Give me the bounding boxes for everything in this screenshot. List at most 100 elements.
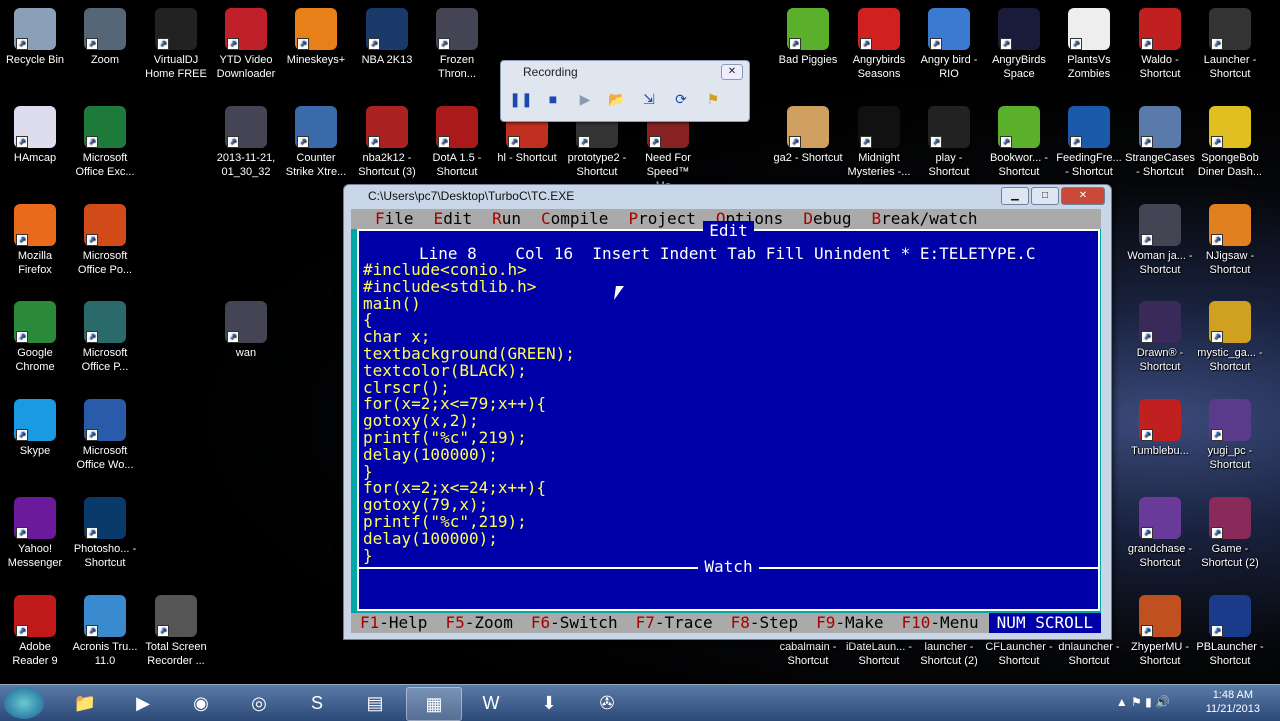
code-line[interactable]: main() (363, 295, 1098, 313)
desktop-icon[interactable]: ↗ DotA 1.5 - Shortcut (422, 102, 492, 179)
desktop-icon[interactable]: ↗ Mozilla Firefox (0, 200, 70, 277)
fkey-item[interactable]: F6-Switch (522, 613, 627, 633)
desktop-icon[interactable]: ↗ VirtualDJ Home FREE (141, 4, 211, 81)
desktop-icon[interactable]: ↗ AngryBirds Space (984, 4, 1054, 81)
skype-taskbar-icon[interactable]: S (290, 687, 344, 719)
desktop-icon[interactable]: ↗ mystic_ga... - Shortcut (1195, 297, 1265, 374)
shortcut-arrow-icon: ↗ (1141, 625, 1153, 637)
code-line[interactable]: textcolor(BLACK); (363, 362, 1098, 380)
close-button[interactable]: ✕ (1061, 187, 1105, 205)
word-taskbar-icon[interactable]: W (464, 687, 518, 719)
desktop-icon[interactable]: ↗ wan (211, 297, 281, 360)
fkey-item[interactable]: F9-Make (807, 613, 892, 633)
desktop-icon[interactable]: ↗ Zoom (70, 4, 140, 67)
code-area[interactable]: #include<conio.h> #include<stdlib.h> main(… (359, 261, 1098, 564)
recording-titlebar[interactable]: Recording ✕ (501, 61, 749, 83)
desktop-icon[interactable]: ↗ NBA 2K13 (352, 4, 422, 67)
desktop-icon[interactable]: ↗ HAmcap (0, 102, 70, 165)
desktop-icon[interactable]: ↗ Bad Piggies (773, 4, 843, 67)
fkey-item[interactable]: F10-Menu (893, 613, 988, 633)
watch-pane[interactable]: Watch (359, 557, 1098, 588)
clock[interactable]: 1:48 AM 11/21/2013 (1206, 688, 1260, 716)
desktop-icon[interactable]: ↗ Photosho... - Shortcut (70, 493, 140, 570)
desktop-icon[interactable]: ↗ Acronis Tru... 11.0 (70, 591, 140, 668)
fkey-item[interactable]: F8-Step (722, 613, 807, 633)
desktop-icon[interactable]: ↗ play - Shortcut (914, 102, 984, 179)
desktop-icon[interactable]: ↗ Microsoft Office Wo... (70, 395, 140, 472)
notepad-taskbar-icon[interactable]: ▤ (348, 687, 402, 719)
recording-close-button[interactable]: ✕ (721, 64, 743, 80)
desktop-icon[interactable]: ↗ FeedingFre... - Shortcut (1054, 102, 1124, 179)
folder-icon[interactable]: 📂 (605, 87, 629, 111)
firefox-taskbar-icon[interactable]: ◉ (174, 687, 228, 719)
shortcut-arrow-icon: ↗ (1211, 136, 1223, 148)
desktop-icon[interactable]: ↗ yugi_pc - Shortcut (1195, 395, 1265, 472)
desktop-icon[interactable]: ↗ grandchase - Shortcut (1125, 493, 1195, 570)
shortcut-arrow-icon: ↗ (930, 136, 942, 148)
desktop-icon[interactable]: ↗ nba2k12 - Shortcut (3) (352, 102, 422, 179)
dos-screen[interactable]: File Edit Run Compile Project Options Debug Bre… (351, 209, 1101, 633)
desktop-icon[interactable]: ↗ Drawn® - Shortcut (1125, 297, 1195, 374)
desktop-icon[interactable]: ↗ Microsoft Office Exc... (70, 102, 140, 179)
desktop-icon[interactable]: ↗ Total Screen Recorder ... (141, 591, 211, 668)
maximize-button[interactable]: □ (1031, 187, 1059, 205)
desktop-icon[interactable]: ↗ Bookwor... - Shortcut (984, 102, 1054, 179)
desktop-icon[interactable]: ↗ SpongeBob Diner Dash... (1195, 102, 1265, 179)
desktop-icon[interactable]: ↗ Woman ja... - Shortcut (1125, 200, 1195, 277)
code-line[interactable]: { (363, 312, 1098, 329)
editor-pane[interactable]: Edit Line 8 Col 16 Insert Indent Tab Fil… (357, 221, 1100, 611)
desktop-icon[interactable]: ↗ Mineskeys+ (281, 4, 351, 67)
settings-icon[interactable]: ⟳ (669, 87, 693, 111)
desktop-icon[interactable]: ↗ YTD Video Downloader (211, 4, 281, 81)
desktop-icon[interactable]: ↗ Tumblebu... (1125, 395, 1195, 458)
tray-icons[interactable]: ▲ ⚑ ▮ 🔊 (1116, 695, 1170, 709)
desktop-icon[interactable]: ↗ Midnight Mysteries -... (844, 102, 914, 179)
fkey-item[interactable]: F7-Trace (627, 613, 722, 633)
start-button[interactable] (4, 687, 44, 719)
fkey-item[interactable]: F5-Zoom (436, 613, 521, 633)
desktop-icon[interactable]: ↗ Counter Strike Xtre... (281, 102, 351, 179)
explorer-taskbar-icon[interactable]: 📁 (58, 687, 112, 719)
desktop-icon[interactable]: ↗ Google Chrome (0, 297, 70, 374)
desktop-icon[interactable]: ↗ StrangeCases - Shortcut (1125, 102, 1195, 179)
fkey-item[interactable]: F1-Help (351, 613, 436, 633)
ytd-taskbar-icon[interactable]: ⬇ (522, 687, 576, 719)
desktop-icon[interactable]: ↗ Yahoo! Messenger (0, 493, 70, 570)
stop-icon[interactable]: ■ (541, 87, 565, 111)
desktop-icon[interactable]: ↗ NJigsaw - Shortcut (1195, 200, 1265, 277)
desktop-icon[interactable]: ↗ Adobe Reader 9 (0, 591, 70, 668)
desktop-icon-label: CFLauncher - Shortcut (985, 641, 1053, 667)
media-player-taskbar-icon[interactable]: ▶ (116, 687, 170, 719)
play-icon[interactable]: ▶ (573, 87, 597, 111)
code-line[interactable]: #include<stdlib.h> (363, 278, 1098, 296)
desktop-icon[interactable]: ↗ Game - Shortcut (2) (1195, 493, 1265, 570)
desktop-icon[interactable]: ↗ Microsoft Office Po... (70, 200, 140, 277)
turboc-window[interactable]: C:\Users\pc7\Desktop\TurboC\TC.EXE ▁ □ ✕… (343, 184, 1112, 640)
desktop-icon[interactable]: ↗ Skype (0, 395, 70, 458)
desktop-icon[interactable]: ↗ Launcher - Shortcut (1195, 4, 1265, 81)
desktop-icon[interactable]: ↗ Frozen Thron... (422, 4, 492, 81)
desktop-icon[interactable]: ↗ PBLauncher - Shortcut (1195, 591, 1265, 668)
desktop-icon[interactable]: ↗ Microsoft Office P... (70, 297, 140, 374)
turboc-taskbar-icon[interactable]: ▦ (406, 687, 462, 721)
recording-toolbar[interactable]: Recording ✕ ❚❚ ■ ▶ 📂 ⇲ ⟳ ⚑ (500, 60, 750, 122)
desktop-icon[interactable]: ↗ Angry bird - RIO (914, 4, 984, 81)
code-line[interactable]: delay(100000); (363, 530, 1098, 548)
window-titlebar[interactable]: C:\Users\pc7\Desktop\TurboC\TC.EXE ▁ □ ✕ (344, 185, 1111, 207)
desktop-icon[interactable]: ↗ ZhyperMU - Shortcut (1125, 591, 1195, 668)
film-reel-taskbar-icon[interactable]: ✇ (580, 687, 634, 719)
export-icon[interactable]: ⇲ (637, 87, 661, 111)
code-line[interactable]: delay(100000); (363, 446, 1098, 464)
chrome-taskbar-icon[interactable]: ◎ (232, 687, 286, 719)
desktop-icon[interactable]: ↗ 2013-11-21, 01_30_32 (211, 102, 281, 179)
desktop-icon[interactable]: ↗ Angrybirds Seasons (844, 4, 914, 81)
desktop-icon[interactable]: ↗ PlantsVs Zombies (1054, 4, 1124, 81)
shortcut-arrow-icon: ↗ (1211, 527, 1223, 539)
pause-icon[interactable]: ❚❚ (509, 87, 533, 111)
pin-icon[interactable]: ⚑ (701, 87, 725, 111)
desktop-icon[interactable]: ↗ Recycle Bin (0, 4, 70, 67)
minimize-button[interactable]: ▁ (1001, 187, 1029, 205)
desktop-icon[interactable]: ↗ ga2 - Shortcut (773, 102, 843, 165)
desktop-icon[interactable]: ↗ Waldo - Shortcut (1125, 4, 1195, 81)
angrybirds-icon: ↗ (858, 8, 900, 50)
